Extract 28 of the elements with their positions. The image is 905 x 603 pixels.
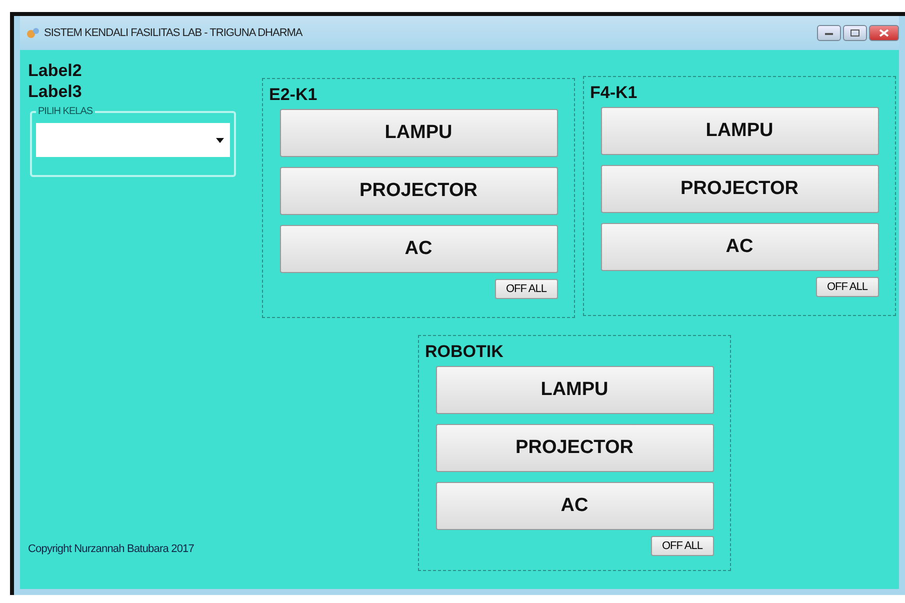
copyright-text: Copyright Nurzannah Batubara 2017 [28, 543, 195, 557]
maximize-icon [850, 29, 860, 37]
device-button[interactable]: PROJECTOR [280, 167, 558, 215]
device-button[interactable]: AC [280, 225, 558, 273]
dropdown-arrow-icon [216, 138, 224, 142]
group-legend: PILIH KELAS [36, 106, 95, 117]
close-icon [879, 29, 889, 37]
label-text: Label3 [28, 81, 83, 102]
device-button[interactable]: LAMPU [280, 109, 558, 157]
maximize-button[interactable] [843, 25, 867, 41]
room-title: E2-K1 [268, 85, 318, 105]
device-button[interactable]: PROJECTOR [436, 424, 714, 472]
room-title: ROBOTIK [424, 342, 504, 362]
device-button[interactable]: AC [436, 482, 714, 530]
off-all-button[interactable]: OFF ALL [650, 536, 714, 556]
minimize-button[interactable] [817, 25, 841, 41]
device-button[interactable]: AC [600, 223, 878, 271]
device-button[interactable]: PROJECTOR [600, 165, 878, 213]
close-button[interactable] [869, 25, 899, 41]
device-button[interactable]: LAMPU [436, 366, 714, 414]
label-text: Label2 [28, 60, 83, 81]
minimize-icon [824, 30, 834, 36]
window-title: SISTEM KENDALI FASILITAS LAB - TRIGUNA DHARMA [44, 27, 302, 39]
device-button[interactable]: LAMPU [600, 107, 878, 155]
off-all-button[interactable]: OFF ALL [816, 277, 878, 297]
app-icon [26, 27, 40, 39]
off-all-button[interactable]: OFF ALL [494, 279, 558, 299]
room-title: F4-K1 [589, 83, 638, 103]
